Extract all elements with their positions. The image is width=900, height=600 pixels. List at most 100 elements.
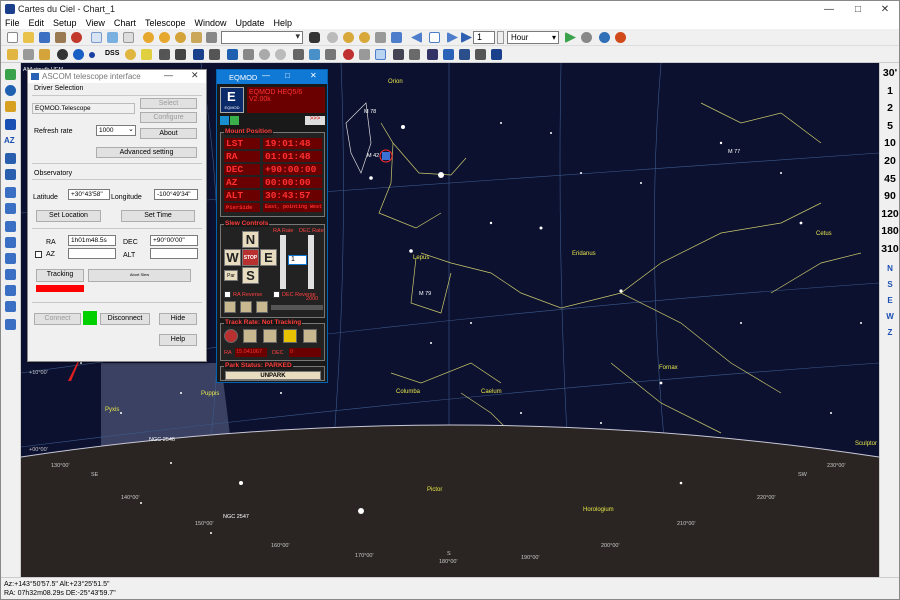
sun-view-icon[interactable] xyxy=(5,101,16,112)
hide-button[interactable]: Hide xyxy=(159,313,197,325)
compass-icon[interactable] xyxy=(259,49,270,60)
menu-telescope[interactable]: Telescope xyxy=(145,18,186,28)
latitude-field[interactable]: +30°43'58" xyxy=(68,189,110,200)
slew-west-button[interactable]: W xyxy=(224,249,241,266)
az-checkbox[interactable] xyxy=(35,251,42,258)
dec-rate-slider[interactable] xyxy=(308,235,314,289)
calendar-icon[interactable] xyxy=(91,32,102,43)
zoom-out-icon[interactable] xyxy=(159,32,170,43)
fov-5-button[interactable]: 5 xyxy=(880,120,900,132)
menu-file[interactable]: File xyxy=(5,18,20,28)
eqmod-close-button[interactable]: ✕ xyxy=(310,71,317,80)
eqmod-setup-icon[interactable] xyxy=(220,116,229,125)
menu-window[interactable]: Window xyxy=(194,18,226,28)
eqmod-maximize-button[interactable]: □ xyxy=(285,71,290,80)
flip-h-icon[interactable] xyxy=(5,187,16,198)
abort-slew-button[interactable]: Abort Slew xyxy=(88,269,191,282)
tracking-button[interactable]: Tracking xyxy=(36,269,84,282)
target-icon[interactable] xyxy=(581,32,592,43)
label-icon[interactable] xyxy=(293,49,304,60)
view-west-button[interactable]: W xyxy=(880,312,900,321)
zoom-plus-icon[interactable] xyxy=(343,32,354,43)
animate-icon[interactable] xyxy=(565,32,576,43)
play-icon[interactable] xyxy=(461,32,472,43)
ra-field[interactable]: 1h01m48.5s xyxy=(68,235,116,246)
object-search-combo[interactable] xyxy=(221,31,303,44)
az-field[interactable] xyxy=(68,248,116,259)
eyepiece-icon[interactable] xyxy=(475,49,486,60)
park-mini-button[interactable]: Par xyxy=(224,270,238,281)
horizon-icon[interactable] xyxy=(275,49,286,60)
pointer-icon[interactable] xyxy=(23,49,34,60)
maximize-button[interactable]: □ xyxy=(844,1,872,17)
set-time-button[interactable]: Set Time xyxy=(121,210,195,222)
sync-icon[interactable] xyxy=(427,49,438,60)
telescope-toggle-icon[interactable] xyxy=(375,49,386,60)
ecliptic-icon[interactable] xyxy=(325,49,336,60)
disconnect-button[interactable]: Disconnect xyxy=(100,313,150,325)
print-icon[interactable] xyxy=(55,32,66,43)
fov-30min-button[interactable]: 30' xyxy=(880,67,900,79)
about-button[interactable]: About xyxy=(140,128,197,139)
grid-mini-icon[interactable] xyxy=(240,301,252,313)
help-button[interactable]: Help xyxy=(159,334,197,346)
lines-icon[interactable] xyxy=(175,49,186,60)
ruler-icon[interactable] xyxy=(5,319,16,330)
solar-icon[interactable] xyxy=(283,329,297,343)
save-icon[interactable] xyxy=(39,32,50,43)
stop-icon[interactable] xyxy=(429,32,440,43)
eqmod-expand-button[interactable]: >>> xyxy=(305,116,325,125)
track-ra-value[interactable]: 15.041067 xyxy=(235,348,267,357)
ra-rate-slider[interactable] xyxy=(280,235,286,289)
connect-button[interactable]: Connect xyxy=(34,313,81,325)
custom-rate-icon[interactable] xyxy=(303,329,317,343)
dark-nebula-icon[interactable] xyxy=(57,49,68,60)
select-button[interactable]: Select xyxy=(140,98,197,109)
slew-stop-button[interactable]: STOP xyxy=(242,249,259,266)
gal-icon[interactable] xyxy=(5,153,16,164)
fov-2-button[interactable]: 2 xyxy=(880,102,900,114)
rate-select[interactable]: 1 xyxy=(288,255,307,265)
view-zenith-button[interactable]: Z xyxy=(880,328,900,337)
chart-icon[interactable] xyxy=(5,69,16,80)
time-step-input[interactable]: 1 xyxy=(473,31,495,44)
fov-120-button[interactable]: 120 xyxy=(880,208,900,220)
menu-setup[interactable]: Setup xyxy=(53,18,77,28)
spiral-icon[interactable] xyxy=(224,301,236,313)
track-stop-icon[interactable] xyxy=(224,329,238,343)
dec-reverse-checkbox[interactable] xyxy=(273,291,280,298)
menu-view[interactable]: View xyxy=(86,18,105,28)
redo-icon[interactable] xyxy=(5,269,16,280)
configure-button[interactable]: Configure xyxy=(140,112,197,123)
menu-update[interactable]: Update xyxy=(235,18,264,28)
dec-field[interactable]: +90°00'00" xyxy=(150,235,198,246)
forward-icon[interactable] xyxy=(447,32,458,43)
new-chart-icon[interactable] xyxy=(7,32,18,43)
view-north-button[interactable]: N xyxy=(880,264,900,273)
list-icon[interactable] xyxy=(123,32,134,43)
fov-10-button[interactable]: 10 xyxy=(880,137,900,149)
fov-180-button[interactable]: 180 xyxy=(880,225,900,237)
lunar-icon[interactable] xyxy=(263,329,277,343)
fov-90-button[interactable]: 90 xyxy=(880,190,900,202)
scope-icon[interactable] xyxy=(393,49,404,60)
chevron-down-icon[interactable]: ⌄ xyxy=(128,125,134,133)
set-location-button[interactable]: Set Location xyxy=(36,210,101,222)
monitor-icon[interactable] xyxy=(107,32,118,43)
menu-chart[interactable]: Chart xyxy=(114,18,136,28)
slew-east-button[interactable]: E xyxy=(260,249,277,266)
constellation-icon[interactable] xyxy=(159,49,170,60)
fov-20-button[interactable]: 20 xyxy=(880,155,900,167)
menu-edit[interactable]: Edit xyxy=(29,18,45,28)
binoculars-icon[interactable] xyxy=(309,32,320,43)
eq-icon[interactable] xyxy=(5,119,16,130)
boundary-icon[interactable] xyxy=(193,49,204,60)
zoom-window-icon[interactable] xyxy=(5,285,16,296)
ecl-icon[interactable] xyxy=(5,169,16,180)
slew-south-button[interactable]: S xyxy=(242,267,259,284)
unpark-button[interactable]: UNPARK xyxy=(225,371,321,380)
view-east-button[interactable]: E xyxy=(880,296,900,305)
advanced-setting-button[interactable]: Advanced setting xyxy=(96,147,197,158)
track-dec-value[interactable]: 0 xyxy=(289,348,321,357)
sidereal-star-icon[interactable] xyxy=(243,329,257,343)
